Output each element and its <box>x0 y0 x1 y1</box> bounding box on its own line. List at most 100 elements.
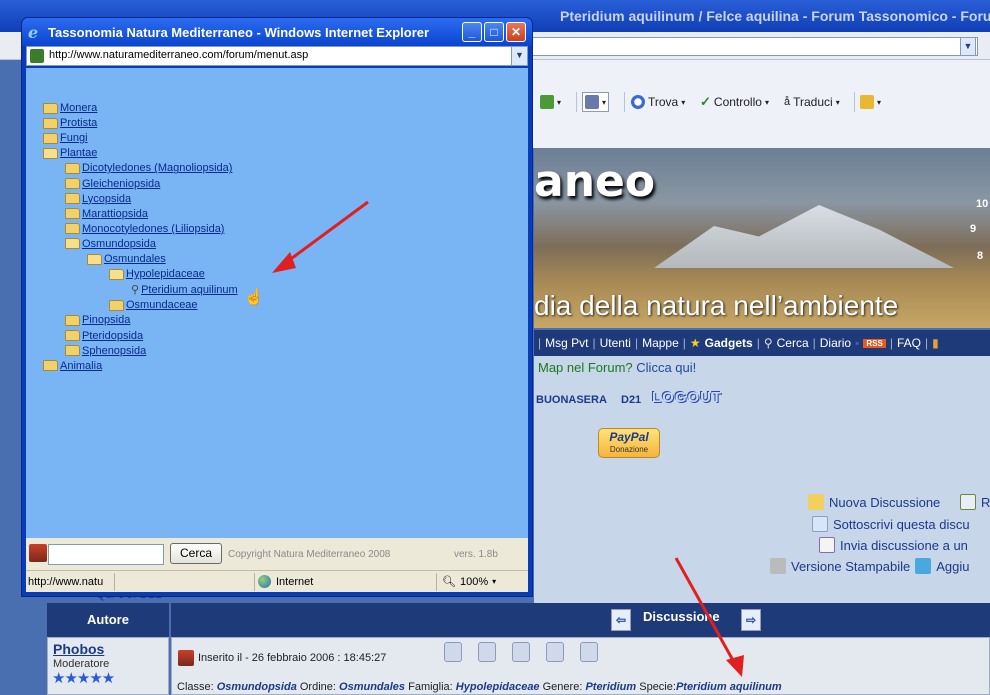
envelope-icon <box>812 516 828 532</box>
popup-search-bar: Cerca Copyright Natura Mediterraneo 2008… <box>26 538 528 570</box>
status-url: http://www.natu <box>28 576 104 588</box>
magnifier-icon <box>631 95 645 109</box>
tree-item-label: Sphenopsida <box>82 344 147 357</box>
toolbar-window-button[interactable]: ▾ <box>582 92 610 112</box>
post-author-cell: Phobos Moderatore ★★★★★ <box>47 637 169 695</box>
popup-address-bar[interactable]: http://www.naturamediterraneo.com/forum/… <box>26 46 528 66</box>
copyright-text: Copyright Natura Mediterraneo 2008 <box>228 549 391 560</box>
site-favicon-icon <box>30 49 44 63</box>
tree-item-label: Marattiopsida <box>82 207 149 220</box>
tree-item[interactable]: Pteridopsida <box>65 330 143 342</box>
maximize-button[interactable]: □ <box>484 22 504 42</box>
folder-icon <box>65 314 80 326</box>
taxonomy-search-input[interactable] <box>48 544 164 565</box>
menu-item-rss[interactable]: RSS <box>863 338 886 348</box>
minimize-button[interactable]: _ <box>462 22 482 42</box>
add-link[interactable]: Aggiu <box>936 559 969 574</box>
tree-item[interactable]: Hypolepidaceae <box>109 268 205 280</box>
tree-item-label: Osmundopsida <box>82 237 156 250</box>
reply-quote-icon[interactable] <box>478 642 496 662</box>
tree-item[interactable]: Monera <box>43 102 97 114</box>
translate-icon: å <box>784 96 791 108</box>
menu-item-utenti[interactable]: Utenti <box>600 336 631 350</box>
tree-item[interactable]: Gleicheniopsida <box>65 178 160 190</box>
map-forum-line: Map nel Forum? Clicca qui! <box>538 360 697 375</box>
table-header-discussion: ⇦ Discussione ⇨ <box>171 603 990 637</box>
tree-item[interactable]: Dicotyledones (Magnoliopsida) <box>65 162 232 174</box>
toolbar-find-button[interactable]: Trova ▾ <box>631 92 685 112</box>
background-address-dropdown-button[interactable]: ▼ <box>960 37 976 56</box>
address-dropdown-button[interactable]: ▼ <box>511 47 527 65</box>
folder-icon <box>43 360 58 372</box>
new-discussion-link[interactable]: Nuova Discussione <box>808 494 940 510</box>
tree-item-label: Pteridopsida <box>82 329 144 342</box>
toolbar-spellcheck-button[interactable]: ✓ Controllo ▾ <box>700 92 769 112</box>
tree-item[interactable]: Pinopsida <box>65 314 130 326</box>
zoom-control[interactable]: 🔍︎ 100% ▾ <box>442 575 496 589</box>
map-forum-link[interactable]: Clicca qui! <box>636 360 696 375</box>
folder-icon <box>43 132 58 144</box>
tree-item-label: Animalia <box>60 359 103 372</box>
zoom-magnifier-icon: 🔍︎ <box>442 576 456 588</box>
popup-status-bar: http://www.natu Internet 🔍︎ 100% ▾ <box>26 570 528 592</box>
tree-item[interactable]: Osmundales <box>87 253 166 265</box>
toolbar-addons-button[interactable]: ▾ <box>860 92 881 112</box>
magnifier-icon: ⚲ <box>763 336 773 350</box>
close-button[interactable]: ✕ <box>506 22 526 42</box>
menu-item-diario[interactable]: Diario <box>820 336 851 350</box>
menu-item-gadgets[interactable]: Gadgets <box>705 336 753 350</box>
toolbar-translate-button[interactable]: å Traduci ▾ <box>784 92 840 112</box>
tree-item[interactable]: ⚲ Pteridium aquilinum <box>131 283 238 297</box>
post-author-name[interactable]: Phobos <box>53 641 104 657</box>
menu-item-mappe[interactable]: Mappe <box>642 336 679 350</box>
tree-item[interactable]: Fungi <box>43 132 88 144</box>
tree-item[interactable]: Marattiopsida <box>65 208 148 220</box>
version-text: vers. 1.8b <box>454 549 498 560</box>
tree-item[interactable]: Osmundaceae <box>109 299 198 311</box>
email-icon[interactable] <box>512 642 530 662</box>
tree-item[interactable]: Osmundopsida <box>65 238 156 250</box>
tree-item[interactable]: Animalia <box>43 360 102 372</box>
books-icon[interactable] <box>580 642 598 662</box>
toolbar-page-button[interactable]: ▾ <box>540 92 561 112</box>
send-discussion-link[interactable]: Invia discussione a un <box>819 537 968 553</box>
tree-item-label: Protista <box>60 117 98 130</box>
profile-icon[interactable] <box>444 642 462 662</box>
page-icon <box>540 95 554 109</box>
books-icon: ▮ <box>932 336 939 350</box>
checkmark-icon: ✓ <box>700 94 711 109</box>
paypal-donate-button[interactable]: PayPal Donazione <box>598 428 660 458</box>
menu-item-msg-pvt[interactable]: Msg Pvt <box>545 336 588 350</box>
tree-item[interactable]: Lycopsida <box>65 193 131 205</box>
post-date-line: Inserito il - 26 febbraio 2006 : 18:45:2… <box>178 650 386 666</box>
new-reply-link[interactable]: R <box>960 494 990 510</box>
search-button[interactable]: Cerca <box>170 543 222 564</box>
logout-button[interactable]: LOGOUT <box>652 389 722 406</box>
tree-item-label: Lycopsida <box>82 192 132 205</box>
menu-item-cerca[interactable]: Cerca <box>777 336 809 350</box>
tree-item[interactable]: Monocotyledones (Liliopsida) <box>65 223 224 235</box>
edit-icon[interactable] <box>546 642 564 662</box>
next-topic-arrow-icon[interactable]: ⇨ <box>741 609 761 631</box>
subscribe-link[interactable]: Sottoscrivi questa discu <box>812 516 970 532</box>
tree-item-label: Monera <box>60 102 98 114</box>
addon-icon <box>860 95 874 109</box>
post-action-icons <box>444 642 598 662</box>
popup-address-text: http://www.naturamediterraneo.com/forum/… <box>49 49 309 61</box>
tree-item-label: Plantae <box>60 147 98 160</box>
tree-item[interactable]: Protista <box>43 117 97 129</box>
tree-item-label: Osmundales <box>104 253 166 265</box>
tree-item-label: Pinopsida <box>82 314 131 327</box>
clock-numeral: 8 <box>977 250 984 262</box>
previous-topic-arrow-icon[interactable]: ⇦ <box>611 609 631 631</box>
menu-item-faq[interactable]: FAQ <box>897 336 921 350</box>
print-version-link[interactable]: Versione Stampabile Aggiu <box>770 558 970 574</box>
tree-item[interactable]: Sphenopsida <box>65 345 146 357</box>
tree-item[interactable]: Plantae <box>43 147 97 159</box>
background-address-input[interactable] <box>530 37 978 56</box>
popup-titlebar[interactable]: e Tassonomia Natura Mediterraneo - Windo… <box>22 18 532 46</box>
clock-numeral: 10 <box>976 198 989 210</box>
tree-item-label: Hypolepidaceae <box>126 268 205 281</box>
printer-icon <box>770 558 786 574</box>
taxonomy-classification: Classe: Osmundopsida Ordine: Osmundales … <box>177 681 782 693</box>
